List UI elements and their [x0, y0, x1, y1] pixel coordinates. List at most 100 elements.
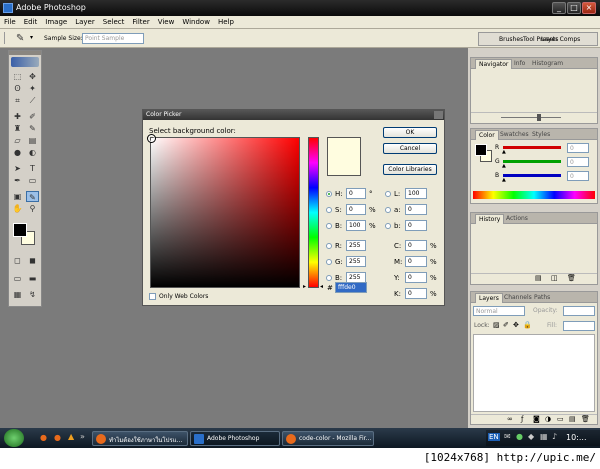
tool-preset-arrow-icon[interactable]: ▾ [30, 34, 33, 41]
lasso-tool-icon[interactable]: ʘ [11, 83, 24, 94]
tab-navigator[interactable]: Navigator [475, 59, 513, 69]
field-radio-right-1[interactable] [385, 207, 391, 213]
slice-tool-icon[interactable]: ⟋ [26, 95, 39, 106]
navigator-zoom-handle[interactable] [537, 114, 541, 121]
language-indicator[interactable]: EN [488, 433, 500, 441]
color-field-marker[interactable] [147, 134, 156, 143]
new-document-from-state-icon[interactable]: ▤ [535, 274, 542, 282]
palette-well-layer-comps[interactable]: Layer Comps [541, 36, 580, 43]
palette-well-brushes[interactable]: Brushes [499, 36, 523, 43]
shape-tool-icon[interactable]: ▭ [26, 175, 39, 186]
crop-tool-icon[interactable]: ⌗ [11, 95, 24, 106]
quick-mask-on-icon[interactable]: ◼ [26, 255, 39, 266]
hue-slider-right-arrow-icon[interactable]: ◂ [320, 283, 323, 290]
field-input-left-2[interactable]: 100 [346, 220, 366, 231]
quicklaunch-vlc-icon[interactable]: ▲ [68, 432, 74, 441]
color-panel-foreground[interactable] [475, 144, 487, 156]
field-input-left-1[interactable]: 0 [346, 204, 366, 215]
delete-state-icon[interactable]: 🗑 [567, 274, 576, 282]
maximize-button[interactable]: □ [567, 2, 581, 14]
taskbar-item-1[interactable]: ทำไมต้องใช้ภาษาในโปรแ... [92, 431, 188, 446]
screen-mode-full-icon[interactable]: ▦ [11, 289, 24, 300]
quicklaunch-more-icon[interactable]: » [80, 432, 85, 441]
eyedropper-tool-icon[interactable]: ✎ [26, 191, 39, 202]
menu-layer[interactable]: Layer [71, 16, 99, 26]
new-layer-icon[interactable]: ▤ [569, 415, 576, 423]
menu-view[interactable]: View [154, 16, 179, 26]
layers-list[interactable] [473, 334, 595, 412]
field-input-right-5[interactable]: 0 [405, 272, 427, 283]
menu-select[interactable]: Select [99, 16, 129, 26]
pen-tool-icon[interactable]: ✒ [11, 175, 24, 186]
start-button[interactable] [4, 429, 24, 447]
field-radio-left-1[interactable] [326, 207, 332, 213]
clone-stamp-icon[interactable]: ♜ [11, 123, 24, 134]
notes-tool-icon[interactable]: ▣ [11, 191, 24, 202]
field-input-right-2[interactable]: 0 [405, 220, 427, 231]
color-channel-slider-2[interactable] [503, 174, 561, 177]
lock-image-icon[interactable]: ✐ [503, 321, 509, 329]
taskbar-item-3[interactable]: code-color - Mozilla Fir... [282, 431, 374, 446]
tray-icon-3[interactable]: ◆ [528, 432, 534, 441]
dialog-close-icon[interactable] [434, 111, 443, 119]
screen-mode-icon[interactable]: ▭ [11, 273, 24, 284]
field-input-right-4[interactable]: 0 [405, 256, 427, 267]
tab-styles[interactable]: Styles [529, 130, 553, 140]
only-web-colors-checkbox[interactable] [149, 293, 156, 300]
full-screen-mode-icon[interactable]: ▬ [26, 273, 39, 284]
close-button[interactable]: × [582, 2, 596, 14]
color-channel-handle-1[interactable]: ▲ [502, 163, 506, 169]
volume-icon[interactable]: ♪ [552, 432, 557, 441]
color-channel-handle-0[interactable]: ▲ [502, 149, 506, 155]
field-radio-left-5[interactable] [326, 275, 332, 281]
delete-layer-icon[interactable]: 🗑 [581, 415, 590, 423]
lock-position-icon[interactable]: ✥ [513, 321, 519, 329]
menu-edit[interactable]: Edit [20, 16, 42, 26]
tab-paths[interactable]: Paths [531, 293, 553, 303]
field-input-right-6[interactable]: 0 [405, 288, 427, 299]
tab-channels[interactable]: Channels [501, 293, 535, 303]
field-input-right-3[interactable]: 0 [405, 240, 427, 251]
blend-mode-select[interactable]: Normal [473, 306, 525, 316]
link-layers-icon[interactable]: ∞ [507, 415, 513, 423]
healing-brush-icon[interactable]: ✚ [11, 111, 24, 122]
quicklaunch-browser-icon[interactable]: ● [54, 433, 61, 442]
toolbox-grip[interactable] [9, 51, 41, 55]
color-channel-handle-2[interactable]: ▲ [502, 177, 506, 183]
menu-image[interactable]: Image [41, 16, 71, 26]
color-channel-slider-0[interactable] [503, 146, 561, 149]
eyedropper-icon[interactable]: ✎ [16, 33, 24, 44]
field-radio-left-4[interactable] [326, 259, 332, 265]
new-group-icon[interactable]: ▭ [557, 415, 564, 423]
type-tool-icon[interactable]: T [26, 163, 39, 174]
new-snapshot-icon[interactable]: ◫ [551, 274, 558, 282]
field-input-right-1[interactable]: 0 [405, 204, 427, 215]
tab-histogram[interactable]: Histogram [529, 59, 566, 69]
color-channel-input-1[interactable]: 0 [567, 157, 589, 167]
sample-size-select[interactable]: Point Sample [82, 33, 144, 44]
cancel-button[interactable]: Cancel [383, 143, 437, 154]
clock[interactable]: 10:... [566, 433, 587, 442]
history-brush-icon[interactable]: ✎ [26, 123, 39, 134]
field-input-left-0[interactable]: 0 [346, 188, 366, 199]
fill-input[interactable] [563, 321, 595, 331]
adjustment-layer-icon[interactable]: ◑ [545, 415, 551, 423]
field-radio-left-3[interactable] [326, 243, 332, 249]
quick-mask-off-icon[interactable]: ◻ [11, 255, 24, 266]
tab-history[interactable]: History [475, 214, 505, 224]
menu-filter[interactable]: Filter [128, 16, 153, 26]
hue-slider-left-arrow-icon[interactable]: ▸ [303, 283, 306, 290]
ok-button[interactable]: OK [383, 127, 437, 138]
tab-actions[interactable]: Actions [503, 214, 531, 224]
hand-tool-icon[interactable]: ✋ [11, 203, 24, 214]
gradient-tool-icon[interactable]: ▤ [26, 135, 39, 146]
move-tool-icon[interactable]: ✥ [26, 71, 39, 82]
hue-slider[interactable] [308, 137, 319, 288]
minimize-button[interactable]: _ [552, 2, 566, 14]
color-libraries-button[interactable]: Color Libraries [383, 164, 437, 175]
foreground-color-swatch[interactable] [13, 223, 27, 237]
menu-file[interactable]: File [0, 16, 20, 26]
color-channel-input-0[interactable]: 0 [567, 143, 589, 153]
hex-input[interactable]: fffde0 [335, 282, 367, 293]
layer-style-icon[interactable]: ƒ [521, 415, 523, 423]
